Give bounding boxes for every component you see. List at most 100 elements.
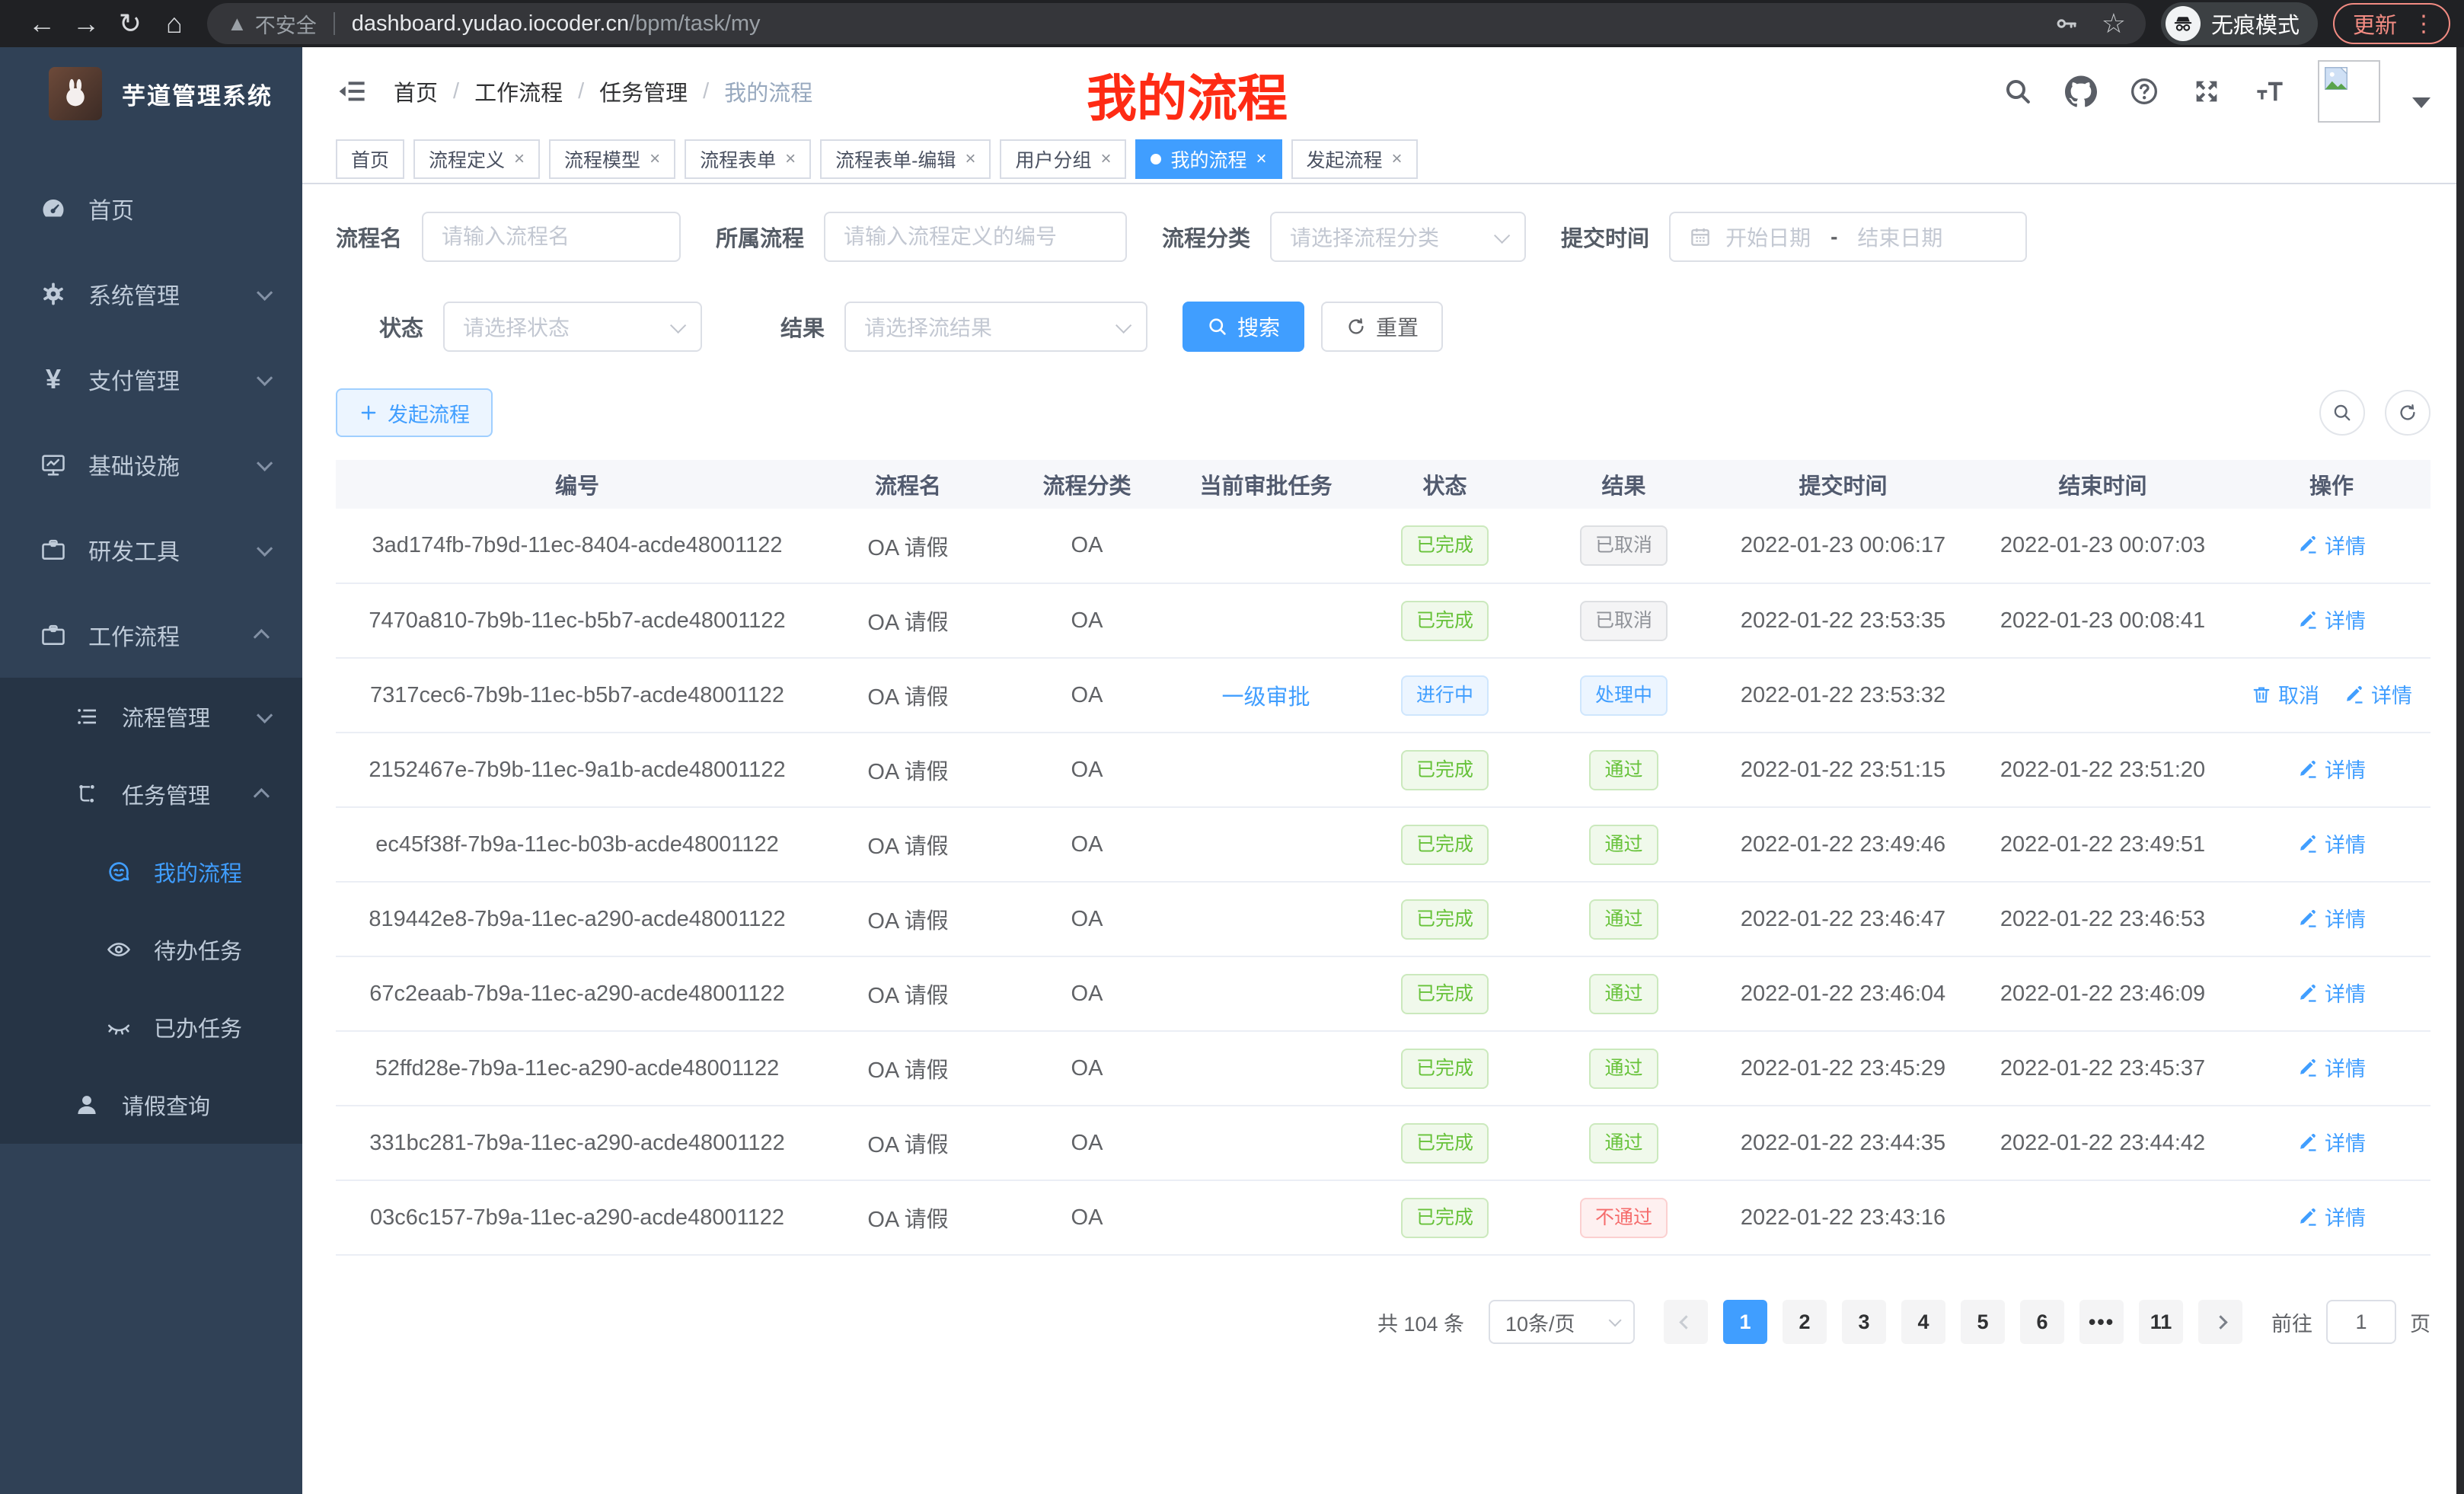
fullscreen-icon[interactable]: [2191, 76, 2222, 107]
status-cell: 已完成: [1355, 807, 1534, 882]
tab-start-process[interactable]: 发起流程×: [1291, 139, 1418, 179]
filter-result-label: 结果: [780, 311, 825, 343]
sidebar-collapse-icon[interactable]: [336, 75, 368, 107]
pencil-icon: [2297, 982, 2319, 1004]
sidebar-item-infrastructure[interactable]: 基础设施: [0, 422, 302, 507]
breadcrumb-item[interactable]: 工作流程: [474, 75, 563, 107]
cancel-button[interactable]: 取消: [2251, 679, 2319, 709]
browser-menu-icon[interactable]: ⋮: [2406, 11, 2441, 37]
status-select[interactable]: 请选择状态: [443, 302, 702, 352]
tab-my-process[interactable]: 我的流程×: [1135, 139, 1281, 179]
detail-button[interactable]: 详情: [2344, 679, 2412, 709]
detail-button[interactable]: 详情: [2297, 1052, 2366, 1082]
github-icon[interactable]: [2065, 75, 2097, 107]
browser-scrollbar[interactable]: [2456, 47, 2464, 1494]
navbar: 首页/工作流程/任务管理/我的流程 我的流程: [302, 47, 2464, 136]
sidebar-item-devtools[interactable]: 研发工具: [0, 507, 302, 592]
detail-button[interactable]: 详情: [2297, 828, 2366, 858]
header-search-icon[interactable]: [2003, 76, 2033, 107]
avatar-caret-icon[interactable]: [2412, 97, 2430, 108]
sidebar-item-home[interactable]: 首页: [0, 166, 302, 251]
browser-reload-icon[interactable]: ↻: [108, 2, 152, 46]
browser-back-icon[interactable]: ←: [20, 2, 64, 46]
process-table: 编号流程名流程分类当前审批任务状态结果提交时间结束时间操作 3ad174fb-7…: [336, 460, 2430, 1256]
tab-process-form-edit[interactable]: 流程表单-编辑×: [820, 139, 991, 179]
detail-button[interactable]: 详情: [2297, 754, 2366, 784]
page-button-6[interactable]: 6: [2020, 1300, 2064, 1344]
sidebar-item-system[interactable]: 系统管理: [0, 251, 302, 337]
page-button-3[interactable]: 3: [1842, 1300, 1886, 1344]
current-task-link[interactable]: 一级审批: [1221, 685, 1310, 710]
result-cell: 通过: [1534, 1106, 1713, 1180]
reset-button[interactable]: 重置: [1321, 302, 1443, 352]
status-badge: 已完成: [1401, 1049, 1489, 1089]
sidebar-item-workflow[interactable]: 工作流程: [0, 592, 302, 678]
breadcrumb-item[interactable]: 首页: [394, 75, 438, 107]
filter-definition-label: 所属流程: [716, 221, 804, 253]
process-definition-input[interactable]: [844, 225, 1107, 249]
sidebar-item-task-management[interactable]: 任务管理: [0, 755, 302, 833]
category-select[interactable]: 请选择流程分类: [1270, 212, 1526, 262]
close-icon[interactable]: ×: [965, 148, 975, 170]
sidebar-item-leave-query[interactable]: 请假查询: [0, 1066, 302, 1144]
page-button-5[interactable]: 5: [1961, 1300, 2005, 1344]
prev-page-button[interactable]: [1664, 1300, 1708, 1344]
goto-page-input[interactable]: 1: [2326, 1300, 2396, 1344]
sidebar-item-todo-tasks[interactable]: 待办任务: [0, 911, 302, 988]
close-icon[interactable]: ×: [514, 148, 525, 170]
address-bar[interactable]: ▲不安全 dashboard.yudao.iocoder.cn/bpm/task…: [207, 3, 2146, 44]
detail-button[interactable]: 详情: [2297, 1202, 2366, 1231]
browser-forward-icon[interactable]: →: [64, 2, 108, 46]
avatar[interactable]: [2318, 60, 2380, 123]
submit-time-range-picker[interactable]: 开始日期 - 结束日期: [1669, 212, 2027, 262]
detail-button[interactable]: 详情: [2297, 903, 2366, 933]
help-icon[interactable]: [2129, 76, 2159, 107]
next-page-button[interactable]: [2198, 1300, 2242, 1344]
refresh-table-button[interactable]: [2385, 390, 2430, 436]
page-button-2[interactable]: 2: [1783, 1300, 1827, 1344]
page-button-4[interactable]: 4: [1901, 1300, 1945, 1344]
not-secure-warning-icon[interactable]: ▲不安全: [227, 9, 317, 39]
detail-button[interactable]: 详情: [2297, 530, 2366, 560]
sidebar-item-process-management[interactable]: 流程管理: [0, 678, 302, 755]
tab-process-definition[interactable]: 流程定义×: [413, 139, 540, 179]
actions-cell: 详情: [2233, 956, 2430, 1031]
result-badge: 处理中: [1580, 675, 1668, 716]
tab-user-group[interactable]: 用户分组×: [1000, 139, 1126, 179]
logo[interactable]: 芋道管理系统: [0, 47, 302, 140]
sidebar-item-my-process[interactable]: 我的流程: [0, 833, 302, 911]
result-select[interactable]: 请选择流结果: [844, 302, 1147, 352]
password-key-icon[interactable]: [2054, 11, 2079, 36]
close-icon[interactable]: ×: [650, 148, 660, 170]
detail-button[interactable]: 详情: [2297, 605, 2366, 634]
search-button[interactable]: 搜索: [1183, 302, 1304, 352]
close-icon[interactable]: ×: [1392, 148, 1403, 170]
current-task: [1176, 733, 1355, 807]
browser-home-icon[interactable]: ⌂: [152, 2, 196, 46]
tab-process-model[interactable]: 流程模型×: [549, 139, 675, 179]
browser-update-button[interactable]: 更新 ⋮: [2333, 3, 2450, 44]
detail-button[interactable]: 详情: [2297, 1127, 2366, 1157]
breadcrumb-item[interactable]: 任务管理: [599, 75, 688, 107]
page-button-1[interactable]: 1: [1723, 1300, 1767, 1344]
result-badge: 通过: [1589, 825, 1658, 865]
close-icon[interactable]: ×: [785, 148, 796, 170]
pages-ellipsis[interactable]: •••: [2079, 1300, 2124, 1344]
sidebar-item-payment[interactable]: ¥支付管理: [0, 337, 302, 422]
column-header: 当前审批任务: [1176, 460, 1355, 509]
close-icon[interactable]: ×: [1100, 148, 1111, 170]
process-name: OA 请假: [819, 882, 997, 956]
process-name: OA 请假: [819, 583, 997, 658]
show-search-button[interactable]: [2319, 390, 2365, 436]
close-icon[interactable]: ×: [1256, 148, 1267, 170]
page-size-select[interactable]: 10条/页: [1489, 1300, 1635, 1344]
process-name-input[interactable]: [442, 225, 661, 249]
detail-button[interactable]: 详情: [2297, 978, 2366, 1007]
tab-process-form[interactable]: 流程表单×: [685, 139, 811, 179]
font-size-icon[interactable]: [2254, 75, 2286, 107]
create-process-button[interactable]: 发起流程: [336, 388, 493, 437]
bookmark-star-icon[interactable]: ☆: [2102, 8, 2126, 40]
tab-home[interactable]: 首页: [336, 139, 404, 179]
sidebar-item-done-tasks[interactable]: 已办任务: [0, 988, 302, 1066]
page-button-11[interactable]: 11: [2139, 1300, 2183, 1344]
